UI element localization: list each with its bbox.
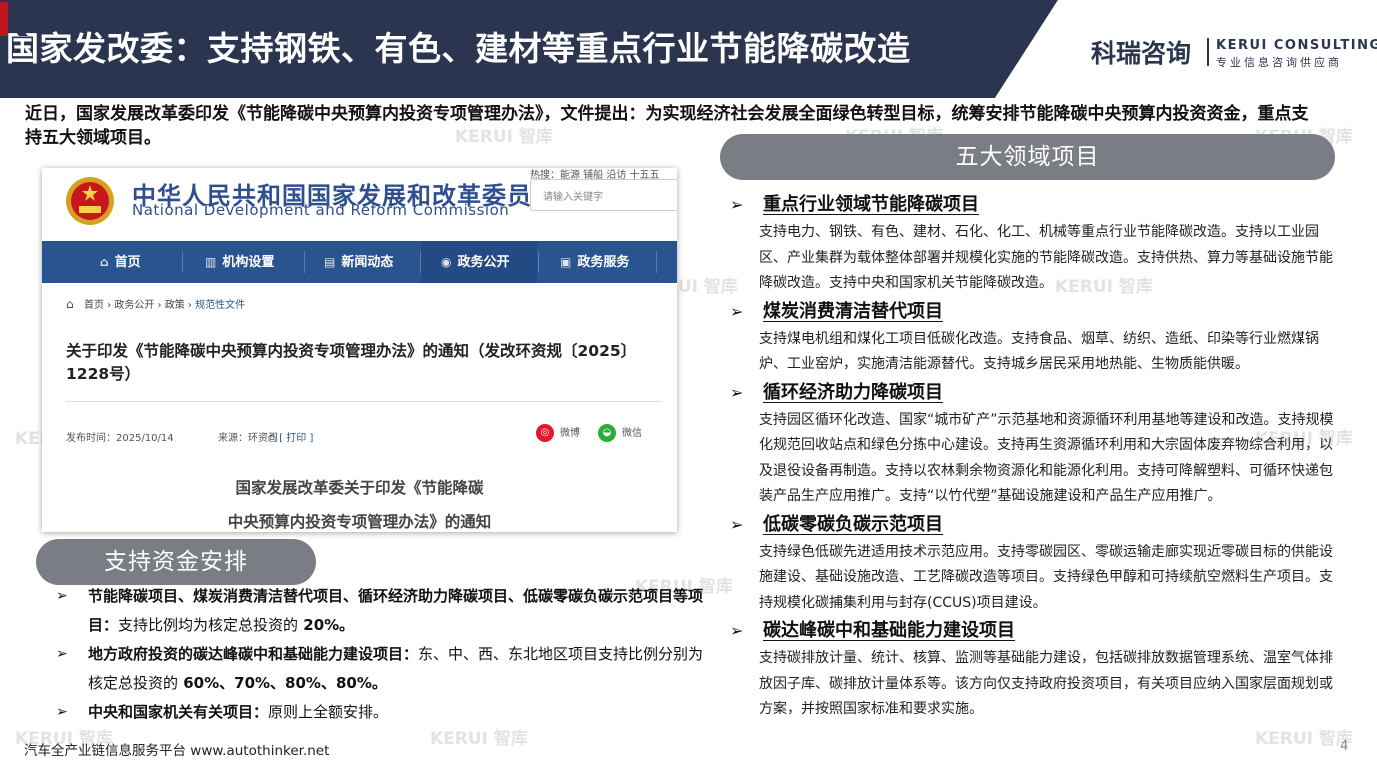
funding-section-pill: 支持资金安排 <box>36 539 316 585</box>
section-title: ➢ 重点行业领域节能降碳项目 <box>730 190 1340 220</box>
arrow-bullet-icon: ➢ <box>730 621 744 640</box>
breadcrumb-item[interactable]: 政策 <box>165 300 185 311</box>
printer-icon: ⎙ <box>268 433 276 444</box>
nav-item-services[interactable]: ▣ 政务服务 <box>560 241 660 283</box>
arrow-bullet-icon: ➢ <box>730 514 744 534</box>
nav-divider <box>656 251 657 273</box>
section-body: 支持绿色低碳先进适用技术示范应用。支持零碳园区、零碳运输走廊实现近零碳目标的供能… <box>759 543 1333 611</box>
home-icon: ⌂ <box>66 297 74 311</box>
weibo-icon: ◎ <box>536 424 554 442</box>
site-nav-bar: ⌂ 首页 ▥ 机构设置 ▤ 新闻动态 ◉ 政务公开 ▣ 政务服务 <box>42 241 677 283</box>
site-search-input[interactable]: 请输入关键字 <box>530 179 677 211</box>
print-link[interactable]: ⎙ [ 打印 ] <box>268 429 313 444</box>
document-title: 关于印发《节能降碳中央预算内投资专项管理办法》的通知（发改环资规〔2025〕12… <box>66 342 637 383</box>
kerui-logo-icon <box>0 2 32 36</box>
breadcrumb-item[interactable]: 政务公开 <box>114 300 154 311</box>
breadcrumb-current[interactable]: 规范性文件 <box>195 300 245 311</box>
list-item: ➢ 节能降碳项目、煤炭消费清洁替代项目、循环经济助力降碳项目、低碳零碳负碳示范项… <box>56 582 718 640</box>
page-number: 4 <box>1340 739 1349 754</box>
domains-list: ➢ 重点行业领域节能降碳项目 支持电力、钢铁、有色、建材、石化、化工、机械等重点行… <box>730 190 1340 723</box>
domains-section-pill: 五大领域项目 <box>720 134 1335 180</box>
wechat-icon: ◒ <box>598 424 616 442</box>
logo-text-cn: 科瑞咨询 <box>1091 39 1192 68</box>
footer-text: 汽车全产业链信息服务平台 www.autothinker.net <box>24 743 330 759</box>
nav-item-public-affairs[interactable]: ◉ 政务公开 <box>421 241 537 283</box>
page-title: 国家发改委：支持钢铁、有色、建材等重点行业节能降碳改造 <box>6 29 911 68</box>
logo-text-en: KERUI CONSULTING <box>1216 38 1377 53</box>
arrow-bullet-icon: ➢ <box>56 588 68 604</box>
section-body: 支持园区循环化改造、国家“城市矿产”示范基地和资源循环利用基地等建设和改造。支持… <box>759 411 1334 505</box>
section-title: ➢ 循环经济助力降碳项目 <box>730 378 1340 408</box>
ndrc-website-screenshot: 中华人民共和国国家发展和改革委员会 National Development a… <box>42 168 677 532</box>
section-body: 支持煤电机组和煤化工项目低碳化改造。支持食品、烟草、纺织、造纸、印染等行业燃煤锅… <box>759 330 1319 373</box>
news-icon: ▤ <box>324 255 336 269</box>
nav-divider <box>538 251 539 273</box>
service-icon: ▣ <box>560 255 572 269</box>
site-org-name-en: National Development and Reform Commissi… <box>132 201 510 219</box>
arrow-bullet-icon: ➢ <box>56 704 68 720</box>
publish-time: 发布时间：2025/10/14 <box>66 433 174 444</box>
nav-divider <box>182 251 183 273</box>
building-icon: ▥ <box>205 255 217 269</box>
logo-subtitle: 专业信息咨询供应商 <box>1216 56 1342 69</box>
list-item: ➢ 中央和国家机关有关项目：原则上全额安排。 <box>56 698 718 727</box>
funding-list: ➢ 节能降碳项目、煤炭消费清洁替代项目、循环经济助力降碳项目、低碳零碳负碳示范项… <box>56 582 718 727</box>
section-title: ➢ 煤炭消费清洁替代项目 <box>730 297 1340 327</box>
national-emblem-icon <box>66 177 114 225</box>
list-item: ➢ 地方政府投资的碳达峰碳中和基础能力建设项目：东、中、西、东北地区项目支持比例… <box>56 640 718 698</box>
nav-item-home[interactable]: ⌂ 首页 <box>100 241 170 283</box>
search-placeholder: 请输入关键字 <box>543 192 603 203</box>
nav-divider <box>304 251 305 273</box>
logo-divider <box>1207 38 1209 66</box>
arrow-bullet-icon: ➢ <box>730 382 744 402</box>
arrow-bullet-icon: ➢ <box>730 195 744 214</box>
breadcrumb: ⌂ 首页 › 政务公开 › 政策 › 规范性文件 <box>66 297 246 311</box>
watermark: KERUI 智库 <box>430 729 528 749</box>
share-wechat-button[interactable]: ◒ 微信 <box>598 424 642 442</box>
watermark: KERUI 智库 <box>1255 729 1353 749</box>
document-body-heading: 国家发展改革委关于印发《节能降碳 中央预算内投资专项管理办法》的通知 <box>227 479 492 531</box>
section-title: ➢ 低碳零碳负碳示范项目 <box>730 510 1340 540</box>
arrow-bullet-icon: ➢ <box>56 646 68 662</box>
section-body: 支持电力、钢铁、有色、建材、石化、化工、机械等重点行业节能降碳改造。支持以工业园… <box>759 224 1333 291</box>
broadcast-icon: ◉ <box>441 255 452 269</box>
header-bar: 国家发改委：支持钢铁、有色、建材等重点行业节能降碳改造 科瑞咨询 KERUI C… <box>0 0 1377 98</box>
arrow-bullet-icon: ➢ <box>730 301 744 321</box>
share-weibo-button[interactable]: ◎ 微博 <box>536 424 580 442</box>
breadcrumb-item[interactable]: 首页 <box>84 300 104 311</box>
section-title: ➢ 碳达峰碳中和基础能力建设项目 <box>730 616 1340 646</box>
nav-item-organization[interactable]: ▥ 机构设置 <box>205 241 305 283</box>
section-body: 支持碳排放计量、统计、核算、监测等基础能力建设，包括碳排放数据管理系统、温室气体… <box>759 650 1333 717</box>
home-icon: ⌂ <box>100 255 109 269</box>
watermark: KERUI 智库 <box>455 127 553 147</box>
divider <box>66 401 661 402</box>
nav-item-news[interactable]: ▤ 新闻动态 <box>324 241 424 283</box>
